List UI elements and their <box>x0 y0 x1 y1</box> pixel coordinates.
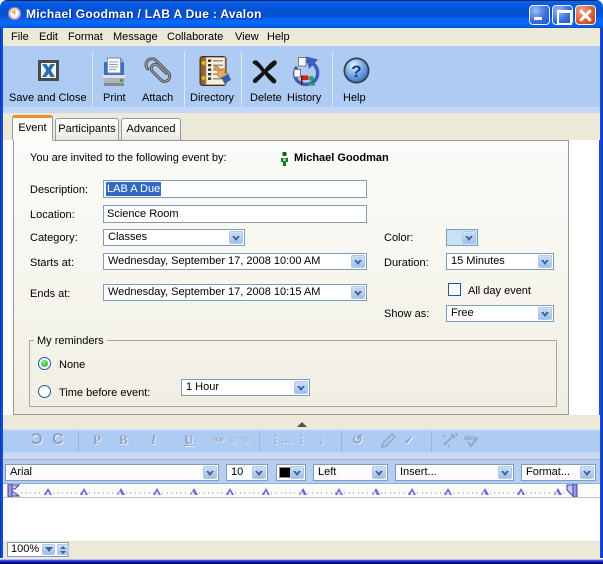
svg-text:?: ? <box>351 62 361 81</box>
